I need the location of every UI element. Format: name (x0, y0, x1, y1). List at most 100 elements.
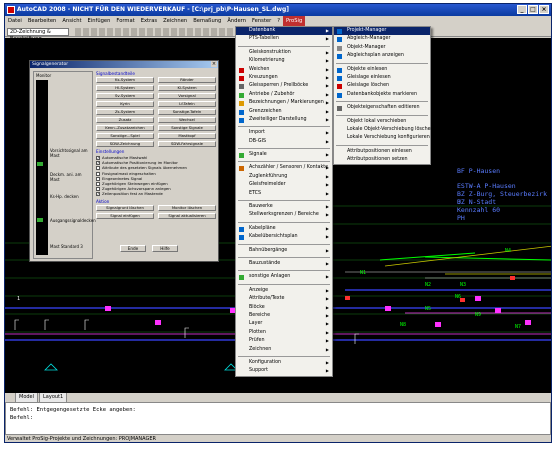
zs-system-button[interactable]: Zs-System (96, 109, 154, 115)
menu-prosig[interactable]: ProSig (283, 16, 306, 26)
menu-ansicht[interactable]: Ansicht (59, 16, 84, 26)
sdw-fahrsignale-button[interactable]: SDW-Fahrsignale (158, 141, 216, 147)
datenbank-menu-item-gleislage-einlesen[interactable]: Gleislage einlesen (334, 74, 430, 82)
prosig-menu-item-stellwerksgrenzen-bereiche[interactable]: Stellwerksgrenzen / Bereiche ▶ (236, 211, 332, 219)
datenbank-menu-item-attributpositionen-einlesen[interactable]: Attributpositionen einlesen (334, 148, 430, 156)
menu-help[interactable]: ? (274, 16, 283, 26)
prosig-menu-item-bezeichnungen-markierungen[interactable]: Bezeichnungen / Markierungen ▶ (236, 99, 332, 107)
command-line[interactable]: Befehl: Entgegengesetzte Ecke angeben: B… (5, 402, 551, 435)
sdw-zeichnung-button[interactable]: SDW-Zeichnung (96, 141, 154, 147)
datenbank-menu-item-gleislage-loeschen[interactable]: Gleislage löschen (334, 82, 430, 90)
toolbar-icons[interactable] (75, 28, 235, 36)
prosig-menu-item-zuglenkfuehrung[interactable]: Zuglenkführung ▶ (236, 173, 332, 181)
mastkopf-button[interactable]: Mastkopf (158, 133, 216, 139)
zusatz-button[interactable]: Zusatz (96, 117, 154, 123)
signal-item[interactable]: Ks-Hp. decken (50, 194, 79, 199)
menu-einfuegen[interactable]: Einfügen (85, 16, 114, 26)
prosig-menu-item-import[interactable]: Import ▶ (236, 129, 332, 137)
sv-system-button[interactable]: Sv-System (96, 93, 154, 99)
datenbank-menu-item-projekt-manager[interactable]: Projekt-Manager (334, 27, 430, 36)
menu-format[interactable]: Format (113, 16, 137, 26)
prosig-menu-item-signale[interactable]: Signale ▶ (236, 151, 332, 159)
prosig-menu-item-bloecke[interactable]: Blöcke ▶ (236, 304, 332, 312)
menu-datei[interactable]: Datei (5, 16, 25, 26)
raender-button[interactable]: Ränder (158, 77, 216, 83)
prosig-menu-item-kilometrierung[interactable]: Kilometrierung ▶ (236, 57, 332, 65)
prosig-menu-item-antriebe-zubehoer[interactable]: Antriebe / Zubehör ▶ (236, 91, 332, 99)
prosig-menu-item-zweiteiliger-darstellung[interactable]: Zweiteiliger Darstellung ▶ (236, 116, 332, 124)
minimize-button[interactable]: _ (517, 5, 527, 14)
prosig-menu-item-datenbank[interactable]: Datenbank ▶ (236, 27, 332, 36)
prosig-menu-item-sonstige-anlagen[interactable]: sonstige Anlagen ▶ (236, 273, 332, 281)
prosig-menu-item-anzeige[interactable]: Anzeige ▶ (236, 287, 332, 295)
signal-item[interactable]: Mast Standard 3 (50, 244, 83, 249)
prosig-menu-item-pts-tabellen[interactable]: PTS-Tabellen ▶ (236, 35, 332, 43)
signal-item[interactable]: Vorsichtssignal am Mast (50, 148, 92, 158)
prosig-menu-item-layer[interactable]: Layer ▶ (236, 320, 332, 328)
menu-fenster[interactable]: Fenster (249, 16, 274, 26)
kl-system-button[interactable]: Kl-System (158, 85, 216, 91)
prosig-menu-item-attribute-texte[interactable]: Attribute/Texte ▶ (236, 295, 332, 303)
datenbank-menu-item-objekte-einlesen[interactable]: Objekte einlesen (334, 66, 430, 74)
prosig-menu-item-gleiskonstruktion[interactable]: Gleiskonstruktion ▶ (236, 49, 332, 57)
menu-bearbeiten[interactable]: Bearbeiten (25, 16, 60, 26)
datenbank-menu-item-objekt-manager[interactable]: Objekt-Manager (334, 44, 430, 52)
datenbank-menu-item-abgleich-manager[interactable]: Abgleich-Manager (334, 35, 430, 43)
kyrin-button[interactable]: Kyrin (96, 101, 154, 107)
prosig-menu-item-pruefen[interactable]: Prüfen ▶ (236, 337, 332, 345)
checkbox-row[interactable]: ✓ Zeilenposition fest an Mastende (96, 191, 216, 197)
maximize-button[interactable]: □ (528, 5, 538, 14)
signal-item[interactable]: Deckm. ani. am Mast (50, 172, 92, 182)
prosig-menu-item-bauzustaende[interactable]: Bauzustände ▶ (236, 260, 332, 268)
prosig-menu-item-zeichnen[interactable]: Zeichnen ▶ (236, 346, 332, 354)
prosig-menu-item-bauwerke[interactable]: Bauwerke ▶ (236, 203, 332, 211)
signalgrunt-loeschen-button[interactable]: Signalgrunt löschen (96, 204, 154, 211)
vorsignal-button[interactable]: Vorsignal (158, 93, 216, 99)
prosig-menu-item-plotten[interactable]: Plotten ▶ (236, 329, 332, 337)
hilfe-button[interactable]: Hilfe (152, 245, 178, 252)
signal-monitor[interactable] (36, 80, 48, 255)
prosig-menu-item-grenzzeichen[interactable]: Grenzzeichen ▶ (236, 108, 332, 116)
prosig-menu-item-konfiguration[interactable]: Konfiguration ▶ (236, 359, 332, 367)
ks-system-button[interactable]: Ks-System (96, 77, 154, 83)
wechsel-button[interactable]: Wechsel (158, 117, 216, 123)
kenn-zusatzzeichen-button[interactable]: Kenn.-Zusatzzeichen (96, 125, 154, 131)
sonstige-tafeln-button[interactable]: Sonstige-Tafeln (158, 109, 216, 115)
menu-zeichnen[interactable]: Zeichnen (160, 16, 190, 26)
menu-bemassung[interactable]: Bemaßung (190, 16, 224, 26)
datenbank-menu-item-attributpositionen-setzen[interactable]: Attributpositionen setzen (334, 156, 430, 164)
datenbank-menu-item-objekteigenschaften-editieren[interactable]: Objekteigenschaften editieren (334, 104, 430, 112)
workspace-select[interactable]: 2D-Zeichnung & Beschriftung (7, 28, 69, 42)
prosig-menu-item-gleisfreimelder[interactable]: Gleisfreimelder ▶ (236, 181, 332, 189)
datenbank-menu-item-abgleichsplan-anzeigen[interactable]: Abgleichsplan anzeigen (334, 52, 430, 60)
prosig-menu-item-bereiche[interactable]: Bereiche ▶ (236, 312, 332, 320)
datenbank-menu-item-lokale-objekt-verschiebung-loeschen[interactable]: Lokale Objekt-Verschiebung löschen (334, 126, 434, 134)
command-prompt[interactable]: Befehl: (10, 414, 546, 422)
ende-button[interactable]: Ende (120, 245, 146, 252)
lf-tafeln-button[interactable]: Lf-Tafeln (158, 101, 216, 107)
signal-aktualisieren-button[interactable]: Signal aktualisieren (158, 212, 216, 219)
datenbank-menu-item-objekt-lokal-verschieben[interactable]: Objekt lokal verschieben (334, 118, 430, 126)
signal-item[interactable]: Ausgangssignaldecken (50, 218, 96, 223)
menu-aendern[interactable]: Ändern (224, 16, 249, 26)
datenbank-menu-item-lokale-verschiebung-konfigurieren[interactable]: Lokale Verschiebung konfigurieren (334, 134, 430, 142)
prosig-menu-item-etcs[interactable]: ETCS ▶ (236, 190, 332, 198)
prosig-menu-item-support[interactable]: Support ▶ (236, 367, 332, 375)
sonstige-signale-button[interactable]: Sonstige Signale (158, 125, 216, 131)
prosig-menu-item-db-gis[interactable]: DB-GIS ▶ (236, 138, 332, 146)
signal-einfuegen-button[interactable]: Signal einfügen (96, 212, 154, 219)
prosig-menu-item-kabeluebersichtsplan[interactable]: Kabelübersichtsplan ▶ (236, 233, 332, 241)
dialog-close-button[interactable]: × (211, 61, 217, 67)
prosig-menu-item-kreuzungen[interactable]: Kreuzungen ▶ (236, 74, 332, 82)
hl-system-button[interactable]: Hl-System (96, 85, 154, 91)
prosig-menu-item-kabelplaene[interactable]: Kabelpläne ▶ (236, 225, 332, 233)
sonstige-spiel-button[interactable]: Sonstige...Spiel (96, 133, 154, 139)
monitor-loeschen-button[interactable]: Monitor löschen (158, 204, 216, 211)
datenbank-menu-item-datenbankobjekte-markieren[interactable]: Datenbankobjekte markieren (334, 91, 430, 99)
checkbox[interactable]: ✓ (96, 192, 100, 197)
prosig-menu-item-bahnuebergaenge[interactable]: Bahnübergänge ▶ (236, 247, 332, 255)
menu-extras[interactable]: Extras (138, 16, 160, 26)
prosig-menu-item-achszaehler-sensoren-kontakte[interactable]: Achszähler / Sensoren / Kontakte ▶ (236, 164, 332, 172)
close-button[interactable]: × (539, 5, 549, 14)
prosig-menu-item-weichen[interactable]: Weichen ▶ (236, 66, 332, 74)
